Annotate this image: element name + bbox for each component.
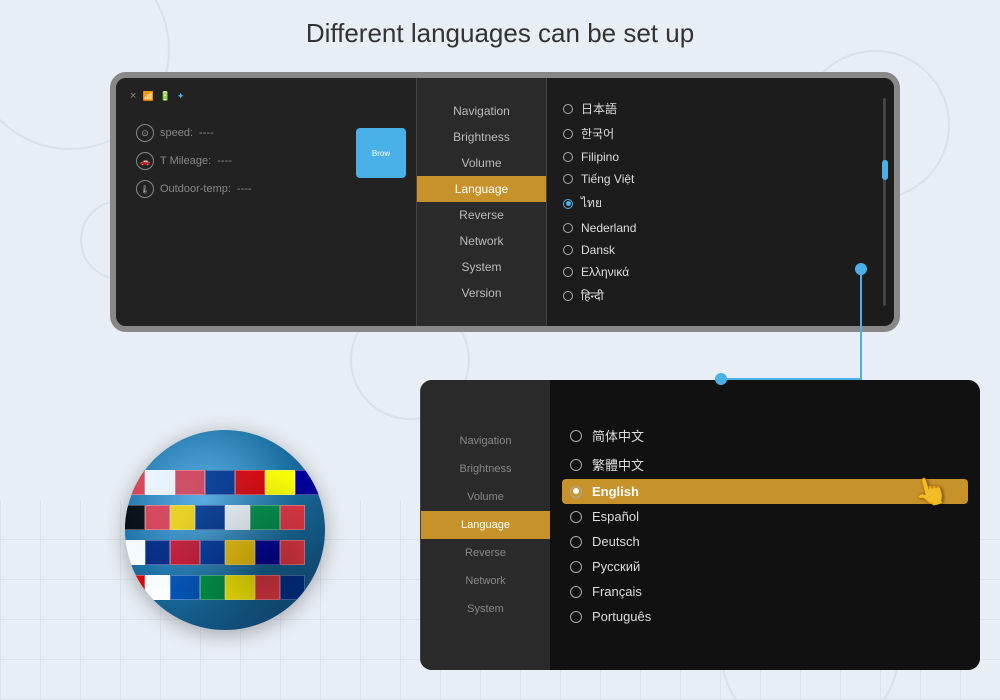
top-device-menu: Navigation Brightness Volume Language Re… (416, 78, 546, 326)
battery-icon: 🔋 (160, 91, 171, 102)
top-device: × 📶 🔋 ✦ ⊙ speed: ---- 🚗 T Mileage: ---- … (110, 72, 900, 332)
lang-radio-greek (563, 267, 573, 277)
connector-dot-top (855, 263, 867, 275)
lang-label-japanese: 日本語 (581, 100, 617, 117)
lang-radio-thai (563, 199, 573, 209)
menu-language[interactable]: Language (417, 176, 546, 202)
lang-radio-russian (570, 561, 582, 573)
lang-label-english: English (592, 484, 639, 499)
lang-radio-korean (563, 129, 573, 139)
lang-radio-spanish (570, 511, 582, 523)
lang-radio-traditional-chinese (570, 459, 582, 471)
lang-radio-portuguese (570, 611, 582, 623)
temp-label: Outdoor-temp: (160, 183, 231, 195)
lang-item-portuguese[interactable]: Português (566, 604, 964, 629)
mileage-value: ---- (217, 155, 232, 167)
lang-label-danish: Dansk (581, 243, 615, 257)
bottom-menu-brightness[interactable]: Brightness (421, 455, 550, 483)
menu-network[interactable]: Network (417, 228, 546, 254)
bottom-section: Navigation Brightness Volume Language Re… (0, 380, 1000, 700)
lang-label-hindi: हिन्दी (581, 287, 604, 304)
connector-line-horizontal (720, 378, 862, 380)
lang-item-english[interactable]: English 👆 (562, 479, 968, 504)
browser-thumbnail: Brow (356, 128, 406, 178)
lang-label-portuguese: Português (592, 609, 651, 624)
lang-item-danish[interactable]: Dansk (559, 239, 882, 261)
lang-item-german[interactable]: Deutsch (566, 529, 964, 554)
lang-item-spanish[interactable]: Español (566, 504, 964, 529)
lang-radio-english (570, 486, 582, 498)
scrollbar-top[interactable] (883, 98, 886, 306)
close-icon: × (130, 90, 136, 102)
globe (125, 430, 325, 630)
lang-item-simplified-chinese[interactable]: 简体中文 (566, 421, 964, 450)
lang-item-dutch[interactable]: Nederland (559, 217, 882, 239)
bottom-menu-network[interactable]: Network (421, 567, 550, 595)
page-title: Different languages can be set up (0, 18, 1000, 49)
lang-label-korean: 한국어 (581, 125, 614, 142)
lang-item-russian[interactable]: Русский (566, 554, 964, 579)
bottom-language-list: 简体中文 繁體中文 English 👆 Español Deutsch (550, 380, 980, 670)
menu-reverse[interactable]: Reverse (417, 202, 546, 228)
top-language-list: 日本語 한국어 Filipino Tiếng Việt ไทย Nederlan… (546, 78, 894, 326)
lang-item-hindi[interactable]: हिन्दी (559, 283, 882, 308)
speed-icon: ⊙ (136, 124, 154, 142)
lang-item-french[interactable]: Français (566, 579, 964, 604)
bottom-menu-system[interactable]: System (421, 595, 550, 623)
lang-label-traditional-chinese: 繁體中文 (592, 455, 644, 474)
connector-line-vertical (860, 268, 862, 378)
speed-label: speed: (160, 127, 193, 139)
bluetooth-icon: ✦ (177, 91, 185, 102)
lang-item-thai[interactable]: ไทย (559, 190, 882, 217)
wifi-icon: 📶 (142, 91, 153, 102)
lang-label-vietnamese: Tiếng Việt (581, 172, 634, 186)
lang-radio-german (570, 536, 582, 548)
menu-system[interactable]: System (417, 254, 546, 280)
lang-radio-hindi (563, 291, 573, 301)
lang-label-russian: Русский (592, 559, 640, 574)
lang-item-vietnamese[interactable]: Tiếng Việt (559, 168, 882, 190)
globe-area (100, 400, 350, 660)
menu-navigation[interactable]: Navigation (417, 98, 546, 124)
lang-radio-vietnamese (563, 174, 573, 184)
speed-value: ---- (199, 127, 214, 139)
lang-label-thai: ไทย (581, 194, 602, 213)
lang-label-filipino: Filipino (581, 150, 619, 164)
scrollbar-thumb-top[interactable] (882, 160, 888, 180)
lang-radio-danish (563, 245, 573, 255)
lang-radio-filipino (563, 152, 573, 162)
temp-value: ---- (237, 183, 252, 195)
connector-dot-bottom (715, 373, 727, 385)
bottom-menu-reverse[interactable]: Reverse (421, 539, 550, 567)
lang-item-greek[interactable]: Ελληνικά (559, 261, 882, 283)
lang-item-filipino[interactable]: Filipino (559, 146, 882, 168)
lang-radio-french (570, 586, 582, 598)
bottom-menu-navigation[interactable]: Navigation (421, 427, 550, 455)
lang-label-simplified-chinese: 简体中文 (592, 426, 644, 445)
lang-label-greek: Ελληνικά (581, 265, 629, 279)
lang-label-spanish: Español (592, 509, 639, 524)
menu-brightness[interactable]: Brightness (417, 124, 546, 150)
lang-item-traditional-chinese[interactable]: 繁體中文 (566, 450, 964, 479)
device-left-panel: × 📶 🔋 ✦ ⊙ speed: ---- 🚗 T Mileage: ---- … (116, 78, 416, 326)
bottom-device-menu: Navigation Brightness Volume Language Re… (420, 380, 550, 670)
temp-icon: 🌡 (136, 180, 154, 198)
menu-version[interactable]: Version (417, 280, 546, 306)
menu-volume[interactable]: Volume (417, 150, 546, 176)
bottom-device: Navigation Brightness Volume Language Re… (420, 380, 980, 670)
status-bar: × 📶 🔋 ✦ (126, 88, 406, 104)
lang-label-dutch: Nederland (581, 221, 636, 235)
lang-label-german: Deutsch (592, 534, 640, 549)
lang-label-french: Français (592, 584, 642, 599)
temp-row: 🌡 Outdoor-temp: ---- (136, 180, 406, 198)
lang-radio-japanese (563, 104, 573, 114)
mileage-label: T Mileage: (160, 155, 211, 167)
mileage-icon: 🚗 (136, 152, 154, 170)
lang-item-japanese[interactable]: 日本語 (559, 96, 882, 121)
lang-radio-dutch (563, 223, 573, 233)
lang-radio-simplified-chinese (570, 430, 582, 442)
lang-item-korean[interactable]: 한국어 (559, 121, 882, 146)
bottom-menu-language[interactable]: Language (421, 511, 550, 539)
bottom-menu-volume[interactable]: Volume (421, 483, 550, 511)
